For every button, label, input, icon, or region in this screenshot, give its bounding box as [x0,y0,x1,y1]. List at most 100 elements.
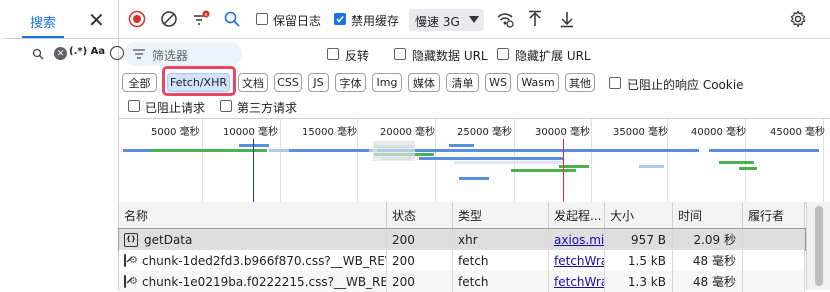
preserve-log-checkbox[interactable] [256,13,268,25]
status-cell: 200 [387,271,453,292]
search-icon [224,11,240,27]
time-cell: 48 毫秒 [673,250,743,271]
chip-wasm[interactable]: Wasm [517,73,559,92]
col-name[interactable]: 名称 [119,202,387,228]
initiator-link[interactable]: axios.min. [549,229,605,250]
tick-label: 40000 毫秒 [691,127,746,138]
table-row[interactable]: ⚙ chunk-1ded2fd3.b966f870.css?__WB_REV..… [119,250,805,272]
chip-all[interactable]: 全部 [122,73,157,92]
col-time[interactable]: 时间 [673,202,743,228]
preserve-log-label: 保留日志 [273,14,322,28]
request-bar [419,157,564,160]
request-bar [239,144,269,147]
row-name-cell: ⚙ chunk-1ded2fd3.b966f870.css?__WB_REV..… [119,250,387,271]
col-type[interactable]: 类型 [453,202,549,228]
third-party-checkbox[interactable] [220,100,232,112]
tick-label: 5000 毫秒 [151,127,200,138]
chip-doc[interactable]: 文档 [238,73,268,92]
chip-media[interactable]: 媒体 [408,73,440,92]
tick-label: 25000 毫秒 [457,127,512,138]
invert-checkbox[interactable] [327,48,339,60]
xhr-icon: {} [124,232,138,247]
chip-manifest[interactable]: 清单 [446,73,479,92]
grid-line [280,119,281,203]
left-panel-header: 搜索 ✕ [0,0,118,39]
tick-label: 10000 毫秒 [223,127,278,138]
tick-label: 30000 毫秒 [535,127,590,138]
col-initiator[interactable]: 发起程... [549,202,605,228]
size-cell: 957 B [605,229,673,250]
chip-ws[interactable]: WS [485,73,511,92]
search-button[interactable] [222,9,242,29]
check-icon [336,16,344,23]
selected-range [373,141,415,161]
left-edge [0,0,3,290]
filter-input[interactable]: 筛选器 [124,42,242,66]
col-fulfilled[interactable]: 履行者 [743,202,805,228]
request-bar [719,161,754,164]
request-name: getData [144,232,193,247]
document-edit-icon [124,254,133,267]
gear-icon [790,10,806,28]
request-bar [459,177,489,180]
tick-label: 35000 毫秒 [613,127,668,138]
search-icon [32,48,44,60]
chip-img[interactable]: Img [372,73,402,92]
search-modifiers[interactable]: (.*) Aa [69,46,105,57]
settings-button[interactable] [788,9,808,29]
close-icon[interactable]: ✕ [88,10,105,30]
import-har-button[interactable] [525,9,545,29]
requests-table: 名称 状态 类型 发起程... 大小 时间 履行者 {} getData 200… [118,202,830,292]
hide-data-url-checkbox[interactable] [394,48,406,60]
request-bar [289,149,369,152]
clear-icon[interactable]: ✕ [54,47,67,60]
throttling-value: 慢速 3G [415,15,460,29]
time-cell: 2.09 秒 [673,229,743,250]
request-bar [454,161,564,164]
download-icon [561,12,573,28]
filter-icon: x [194,10,210,25]
tick-label: 20000 毫秒 [380,127,435,138]
initiator-link[interactable]: fetchWrap [549,271,605,292]
fulfilled-cell [743,229,805,250]
blocked-requests-checkbox[interactable] [128,100,140,112]
scrollbar[interactable] [806,202,830,290]
throttling-select[interactable]: 慢速 3G [409,9,484,31]
status-cell: 200 [387,229,453,250]
disable-cache-label: 禁用缓存 [351,14,400,28]
network-toolbar: x 保留日志 禁用缓存 慢速 3G [119,0,830,39]
filter-toggle-button[interactable]: x [191,9,211,29]
size-cell: 1.3 kB [605,271,673,292]
search-options: ✕ (.*) Aa [22,44,124,64]
fulfilled-cell [743,271,805,292]
export-har-button[interactable] [557,9,577,29]
request-bar [709,149,819,152]
table-row[interactable]: ⚙ chunk-1e0219ba.f0222215.css?__WB_REV..… [119,271,805,292]
scrollbar-thumb[interactable] [815,206,823,286]
status-cell: 200 [387,250,453,271]
selection-highlight [162,66,236,96]
timeline-overview[interactable]: 5000 毫秒 10000 毫秒 15000 毫秒 20000 毫秒 25000… [119,118,830,204]
row-name-cell: {} getData [119,229,387,250]
initiator-link[interactable]: fetchWrap [549,250,605,271]
col-size[interactable]: 大小 [605,202,673,228]
col-status[interactable]: 状态 [387,202,453,228]
option-radio-icon[interactable] [110,46,124,60]
clear-button[interactable] [159,9,179,29]
filter-placeholder: 筛选器 [152,49,189,63]
caret-down-icon [469,16,479,23]
blocked-cookie-checkbox[interactable] [609,77,621,89]
filter-icon [133,49,145,59]
network-conditions-button[interactable] [495,9,515,29]
chip-font[interactable]: 字体 [335,73,366,92]
grid-line [435,119,436,203]
tab-search[interactable]: 搜索 [22,6,64,38]
disable-cache-checkbox[interactable] [334,13,346,25]
request-bar [511,169,576,172]
chip-css[interactable]: CSS [274,73,302,92]
chip-other[interactable]: 其他 [565,73,595,92]
table-row[interactable]: {} getData 200 xhr axios.min. 957 B 2.09… [118,228,806,251]
hide-ext-url-checkbox[interactable] [497,48,509,60]
chip-js[interactable]: JS [308,73,329,92]
record-button[interactable] [127,9,147,29]
